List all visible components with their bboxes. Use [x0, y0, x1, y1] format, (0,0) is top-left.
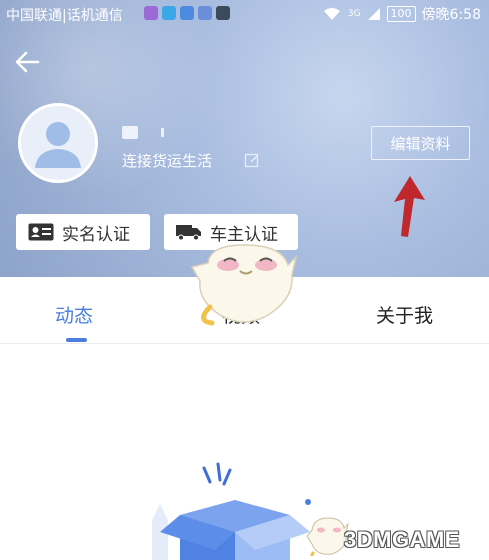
profile-header: 中国联通|话机通信 3G 100 傍晚6:58 连接货运生活 编辑资料 实名认证… [0, 0, 489, 277]
app-notification-icon [198, 6, 212, 20]
tab-about-me[interactable]: 关于我 [376, 301, 433, 328]
status-right: 3G 100 傍晚6:58 [322, 4, 481, 24]
user-placeholder-icon [35, 122, 81, 168]
app-notification-icon [216, 6, 230, 20]
annotation-arrow-icon [394, 176, 425, 237]
app-notification-icon [144, 6, 158, 20]
active-tab-indicator [66, 338, 87, 342]
empty-box-illustration [152, 462, 311, 560]
nickname-placeholder [161, 128, 164, 137]
app-notification-icon [180, 6, 194, 20]
carrier-label: 中国联通|话机通信 [6, 8, 123, 24]
tab-moments[interactable]: 动态 [55, 301, 93, 328]
app-notification-icon [162, 6, 176, 20]
battery-indicator: 100 [386, 6, 416, 22]
avatar[interactable] [18, 103, 98, 183]
wifi-icon [323, 8, 340, 20]
notification-icons [144, 6, 230, 20]
nickname-placeholder [122, 126, 138, 139]
watermark-text: 3DMGAME [344, 527, 460, 552]
signature-text: 连接货运生活 [122, 152, 213, 170]
mascot-watermark-icon [190, 244, 298, 326]
clock: 傍晚6:58 [421, 7, 481, 23]
id-card-icon [28, 223, 54, 241]
edit-profile-button[interactable]: 编辑资料 [371, 126, 470, 160]
status-bar: 中国联通|话机通信 3G 100 傍晚6:58 [0, 0, 489, 28]
edit-icon[interactable] [244, 152, 260, 168]
realname-verify-button[interactable]: 实名认证 [16, 214, 150, 250]
network-type: 3G [347, 9, 361, 19]
signal-icon [367, 8, 380, 20]
realname-verify-label: 实名认证 [62, 224, 130, 245]
arrow-left-icon[interactable] [14, 50, 40, 74]
